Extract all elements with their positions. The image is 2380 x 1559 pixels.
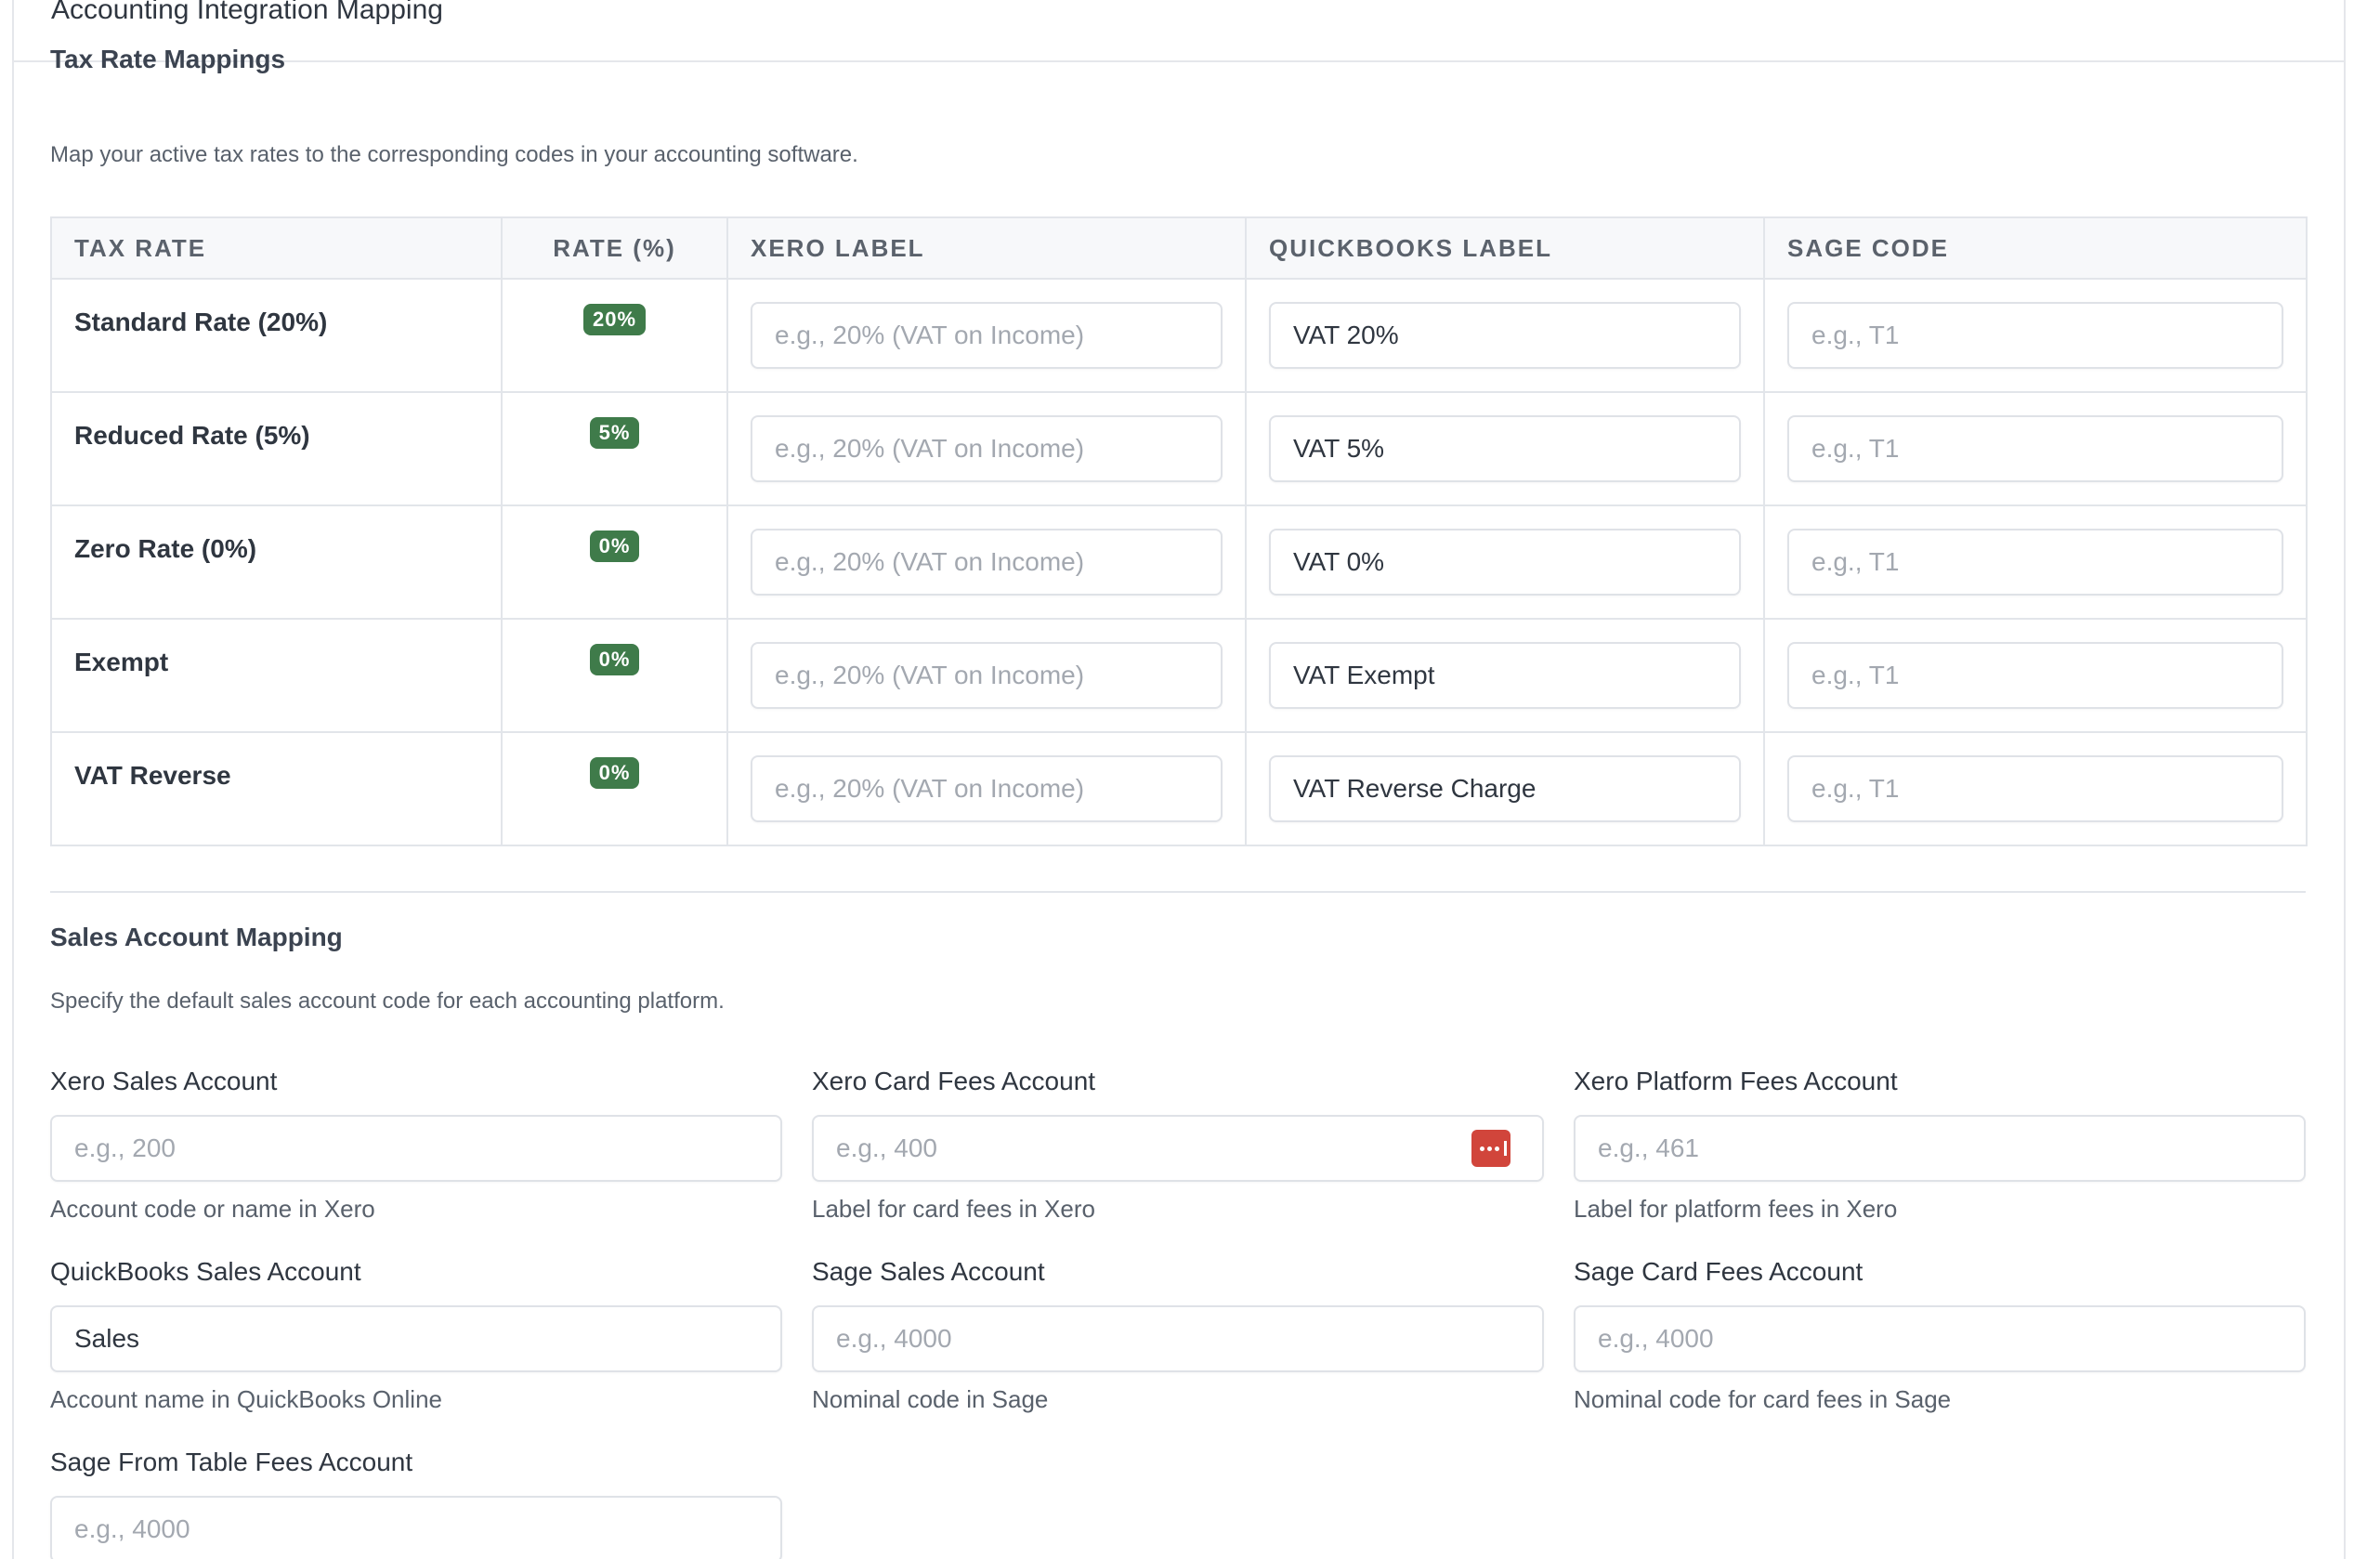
rate-badge: 0% <box>589 644 640 675</box>
quickbooks-sales-account-input[interactable] <box>50 1305 782 1372</box>
rate-badge: 20% <box>582 304 647 335</box>
field-help: Nominal code for card fees in Sage <box>1574 1385 1952 1413</box>
sales-section-title: Sales Account Mapping <box>50 923 343 951</box>
table-row: Standard Rate (20%) 20% <box>50 278 2308 393</box>
sales-section-description: Specify the default sales account code f… <box>50 989 725 1014</box>
table-row: VAT Reverse 0% <box>50 731 2308 846</box>
sage-code-input[interactable] <box>1787 302 2283 369</box>
field-label: Sage Sales Account <box>812 1257 1045 1286</box>
tax-rate-name: Standard Rate (20%) <box>50 278 503 393</box>
tax-rate-section-header: Tax Rate Mappings <box>50 46 2306 72</box>
field-label: Xero Platform Fees Account <box>1574 1067 1898 1095</box>
tax-section-title: Tax Rate Mappings <box>50 45 286 73</box>
xero-label-input[interactable] <box>751 755 1223 822</box>
card-title: Accounting Integration Mapping <box>51 0 443 25</box>
sales-section-desc-wrap: Specify the default sales account code f… <box>50 990 2306 1013</box>
section-divider <box>50 891 2306 893</box>
tax-rate-name: Reduced Rate (5%) <box>50 391 503 506</box>
tax-section-description: Map your active tax rates to the corresp… <box>50 142 858 167</box>
tax-rate-table: TAX RATE RATE (%) XERO LABEL QUICKBOOKS … <box>50 216 2308 846</box>
rate-badge: 0% <box>589 757 640 789</box>
field-label: Xero Sales Account <box>50 1067 278 1095</box>
quickbooks-sales-account-group: QuickBooks Sales Account Account name in… <box>50 1259 782 1411</box>
sage-card-fees-account-group: Sage Card Fees Account Nominal code for … <box>1574 1259 2306 1411</box>
sage-sales-account-group: Sage Sales Account Nominal code in Sage <box>812 1259 1544 1411</box>
table-row: Reduced Rate (5%) 5% <box>50 391 2308 506</box>
quickbooks-label-input[interactable] <box>1269 415 1741 482</box>
xero-card-fees-account-group: Xero Card Fees Account Label for card fe… <box>812 1068 1544 1221</box>
sage-code-input[interactable] <box>1787 642 2283 709</box>
sage-from-table-fees-account-group: Sage From Table Fees Account <box>50 1449 782 1559</box>
quickbooks-label-input[interactable] <box>1269 302 1741 369</box>
field-help: Account name in QuickBooks Online <box>50 1385 442 1413</box>
tax-rate-name: Exempt <box>50 618 503 733</box>
tax-section-desc-wrap: Map your active tax rates to the corresp… <box>50 144 2306 166</box>
sage-from-table-fees-account-input[interactable] <box>50 1496 782 1559</box>
sage-code-input[interactable] <box>1787 415 2283 482</box>
sales-section-header: Sales Account Mapping <box>50 924 2306 950</box>
quickbooks-label-input[interactable] <box>1269 642 1741 709</box>
xero-card-fees-account-input[interactable] <box>812 1115 1544 1182</box>
sage-card-fees-account-input[interactable] <box>1574 1305 2306 1372</box>
field-help: Nominal code in Sage <box>812 1385 1049 1413</box>
tax-rate-name: VAT Reverse <box>50 731 503 846</box>
xero-label-input[interactable] <box>751 415 1223 482</box>
rate-badge: 5% <box>589 417 640 449</box>
sage-code-input[interactable] <box>1787 755 2283 822</box>
field-label: Sage Card Fees Account <box>1574 1257 1863 1286</box>
xero-sales-account-group: Xero Sales Account Account code or name … <box>50 1068 782 1221</box>
password-manager-icon[interactable] <box>1471 1130 1510 1167</box>
sage-sales-account-input[interactable] <box>812 1305 1544 1372</box>
field-help: Label for card fees in Xero <box>812 1195 1095 1223</box>
xero-label-input[interactable] <box>751 302 1223 369</box>
tax-rate-name: Zero Rate (0%) <box>50 504 503 620</box>
table-header-row: TAX RATE RATE (%) XERO LABEL QUICKBOOKS … <box>50 216 2308 280</box>
rate-badge: 0% <box>589 531 640 562</box>
field-help: Account code or name in Xero <box>50 1195 375 1223</box>
col-xero-label: XERO LABEL <box>726 216 1247 280</box>
col-quickbooks-label: QUICKBOOKS LABEL <box>1245 216 1765 280</box>
sage-code-input[interactable] <box>1787 529 2283 596</box>
table-row: Zero Rate (0%) 0% <box>50 504 2308 620</box>
field-label: Xero Card Fees Account <box>812 1067 1096 1095</box>
table-row: Exempt 0% <box>50 618 2308 733</box>
xero-sales-account-input[interactable] <box>50 1115 782 1182</box>
xero-platform-fees-account-input[interactable] <box>1574 1115 2306 1182</box>
col-sage-code: SAGE CODE <box>1763 216 2308 280</box>
field-help: Label for platform fees in Xero <box>1574 1195 1898 1223</box>
field-label: Sage From Table Fees Account <box>50 1448 413 1476</box>
col-tax-rate: TAX RATE <box>50 216 503 280</box>
field-label: QuickBooks Sales Account <box>50 1257 361 1286</box>
col-rate-percent: RATE (%) <box>501 216 728 280</box>
quickbooks-label-input[interactable] <box>1269 755 1741 822</box>
xero-label-input[interactable] <box>751 642 1223 709</box>
xero-platform-fees-account-group: Xero Platform Fees Account Label for pla… <box>1574 1068 2306 1221</box>
quickbooks-label-input[interactable] <box>1269 529 1741 596</box>
xero-label-input[interactable] <box>751 529 1223 596</box>
